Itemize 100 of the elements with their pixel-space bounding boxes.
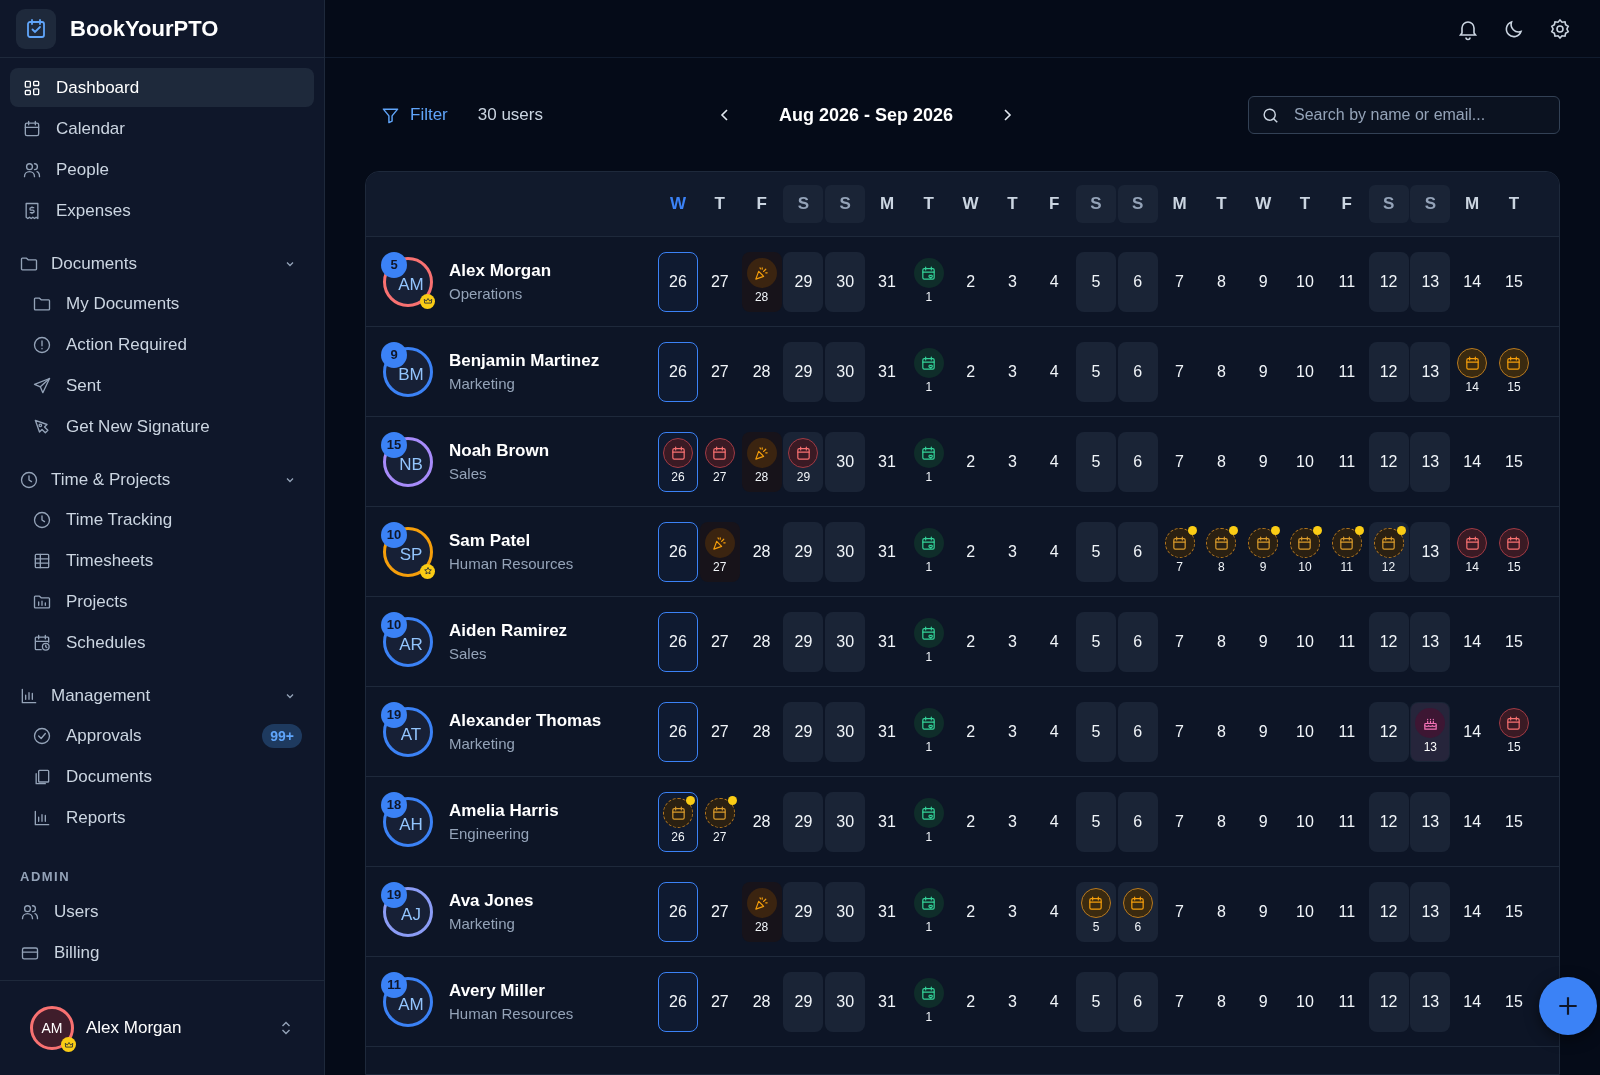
day-cell[interactable]: 31: [867, 611, 907, 672]
day-cell[interactable]: 7: [1159, 971, 1200, 1032]
day-cell[interactable]: 2: [950, 611, 991, 672]
day-cell[interactable]: 3: [992, 971, 1033, 1032]
day-cell[interactable]: 15: [1493, 881, 1534, 942]
nav-item[interactable]: People: [10, 150, 314, 189]
day-cell[interactable]: 11: [1326, 971, 1367, 1032]
day-cell[interactable]: 2: [950, 251, 991, 312]
day-cell[interactable]: 8: [1201, 791, 1242, 852]
day-cell[interactable]: 31: [867, 431, 907, 492]
day-cell[interactable]: 4: [1034, 521, 1075, 582]
nav-item[interactable]: Calendar: [10, 109, 314, 148]
day-cell[interactable]: 14: [1452, 971, 1493, 1032]
day-cell[interactable]: 1: [908, 791, 949, 852]
day-cell[interactable]: 12: [1368, 431, 1409, 492]
nav-item[interactable]: Users: [10, 892, 314, 931]
day-cell[interactable]: 10: [1284, 701, 1325, 762]
day-cell[interactable]: 28: [741, 251, 782, 312]
nav-group-header[interactable]: Time & Projects: [10, 460, 314, 500]
day-cell[interactable]: 3: [992, 611, 1033, 672]
day-cell[interactable]: 15: [1493, 791, 1534, 852]
day-cell[interactable]: 31: [867, 341, 907, 402]
day-cell[interactable]: 10: [1284, 341, 1325, 402]
day-cell[interactable]: 14: [1452, 791, 1493, 852]
day-cell[interactable]: 13: [1410, 791, 1451, 852]
day-cell[interactable]: 28: [741, 611, 782, 672]
day-cell[interactable]: 3: [992, 881, 1033, 942]
search-field[interactable]: Search by name or email...: [1292, 105, 1547, 125]
day-cell[interactable]: 14: [1452, 881, 1493, 942]
day-cell[interactable]: 4: [1034, 251, 1075, 312]
day-cell[interactable]: 9: [1243, 791, 1284, 852]
nav-group-header[interactable]: Documents: [10, 244, 314, 284]
day-cell[interactable]: 14: [1452, 701, 1493, 762]
day-cell[interactable]: 9: [1243, 251, 1284, 312]
day-cell[interactable]: 13: [1410, 251, 1451, 312]
day-cell[interactable]: 10: [1284, 431, 1325, 492]
day-cell[interactable]: 12: [1368, 521, 1409, 582]
nav-item[interactable]: Timesheets: [10, 541, 314, 580]
day-cell[interactable]: 15: [1493, 431, 1534, 492]
day-cell[interactable]: 9: [1243, 341, 1284, 402]
nav-item[interactable]: Expenses: [10, 191, 314, 230]
day-cell[interactable]: 12: [1368, 611, 1409, 672]
day-cell[interactable]: 4: [1034, 611, 1075, 672]
day-cell[interactable]: 29: [783, 431, 824, 492]
day-cell[interactable]: 30: [825, 971, 866, 1032]
day-cell[interactable]: 7: [1159, 611, 1200, 672]
day-cell[interactable]: 26: [658, 431, 698, 492]
day-cell[interactable]: 1: [908, 701, 949, 762]
day-cell[interactable]: 8: [1201, 881, 1242, 942]
day-cell[interactable]: 4: [1034, 431, 1075, 492]
day-cell[interactable]: 11: [1326, 521, 1367, 582]
day-cell[interactable]: 5: [1075, 791, 1116, 852]
day-cell[interactable]: 3: [992, 251, 1033, 312]
nav-item[interactable]: Projects: [10, 582, 314, 621]
day-cell[interactable]: 29: [783, 971, 824, 1032]
day-cell[interactable]: 7: [1159, 881, 1200, 942]
nav-item[interactable]: Time Tracking: [10, 500, 314, 539]
day-cell[interactable]: 26: [658, 341, 698, 402]
day-cell[interactable]: 14: [1452, 341, 1493, 402]
day-cell[interactable]: 29: [783, 341, 824, 402]
day-cell[interactable]: 10: [1284, 611, 1325, 672]
day-cell[interactable]: 5: [1075, 701, 1116, 762]
day-cell[interactable]: 14: [1452, 521, 1493, 582]
day-cell[interactable]: 6: [1117, 971, 1158, 1032]
day-cell[interactable]: 31: [867, 251, 907, 312]
day-cell[interactable]: 15: [1493, 971, 1534, 1032]
day-cell[interactable]: 2: [950, 701, 991, 762]
day-cell[interactable]: 11: [1326, 431, 1367, 492]
day-cell[interactable]: 28: [741, 701, 782, 762]
nav-item[interactable]: Get New Signature: [10, 407, 314, 446]
day-cell[interactable]: 6: [1117, 521, 1158, 582]
day-cell[interactable]: 29: [783, 791, 824, 852]
nav-item[interactable]: Schedules: [10, 623, 314, 662]
day-cell[interactable]: 31: [867, 701, 907, 762]
day-cell[interactable]: 27: [699, 881, 740, 942]
day-cell[interactable]: 2: [950, 521, 991, 582]
day-cell[interactable]: 7: [1159, 431, 1200, 492]
day-cell[interactable]: 11: [1326, 881, 1367, 942]
day-cell[interactable]: 1: [908, 971, 949, 1032]
day-cell[interactable]: 1: [908, 881, 949, 942]
day-cell[interactable]: 29: [783, 701, 824, 762]
day-cell[interactable]: 9: [1243, 431, 1284, 492]
day-cell[interactable]: 5: [1075, 431, 1116, 492]
day-cell[interactable]: 26: [658, 881, 698, 942]
day-cell[interactable]: 13: [1410, 521, 1451, 582]
day-cell[interactable]: 14: [1452, 611, 1493, 672]
day-cell[interactable]: 27: [699, 971, 740, 1032]
day-cell[interactable]: 26: [658, 251, 698, 312]
day-cell[interactable]: 1: [908, 611, 949, 672]
day-cell[interactable]: 6: [1117, 701, 1158, 762]
day-cell[interactable]: 5: [1075, 521, 1116, 582]
nav-group-header[interactable]: Management: [10, 676, 314, 716]
day-cell[interactable]: 3: [992, 521, 1033, 582]
day-cell[interactable]: 7: [1159, 791, 1200, 852]
nav-item[interactable]: Sent: [10, 366, 314, 405]
nav-item[interactable]: My Documents: [10, 284, 314, 323]
day-cell[interactable]: 7: [1159, 341, 1200, 402]
day-cell[interactable]: 3: [992, 341, 1033, 402]
day-cell[interactable]: 10: [1284, 971, 1325, 1032]
day-cell[interactable]: 14: [1452, 251, 1493, 312]
